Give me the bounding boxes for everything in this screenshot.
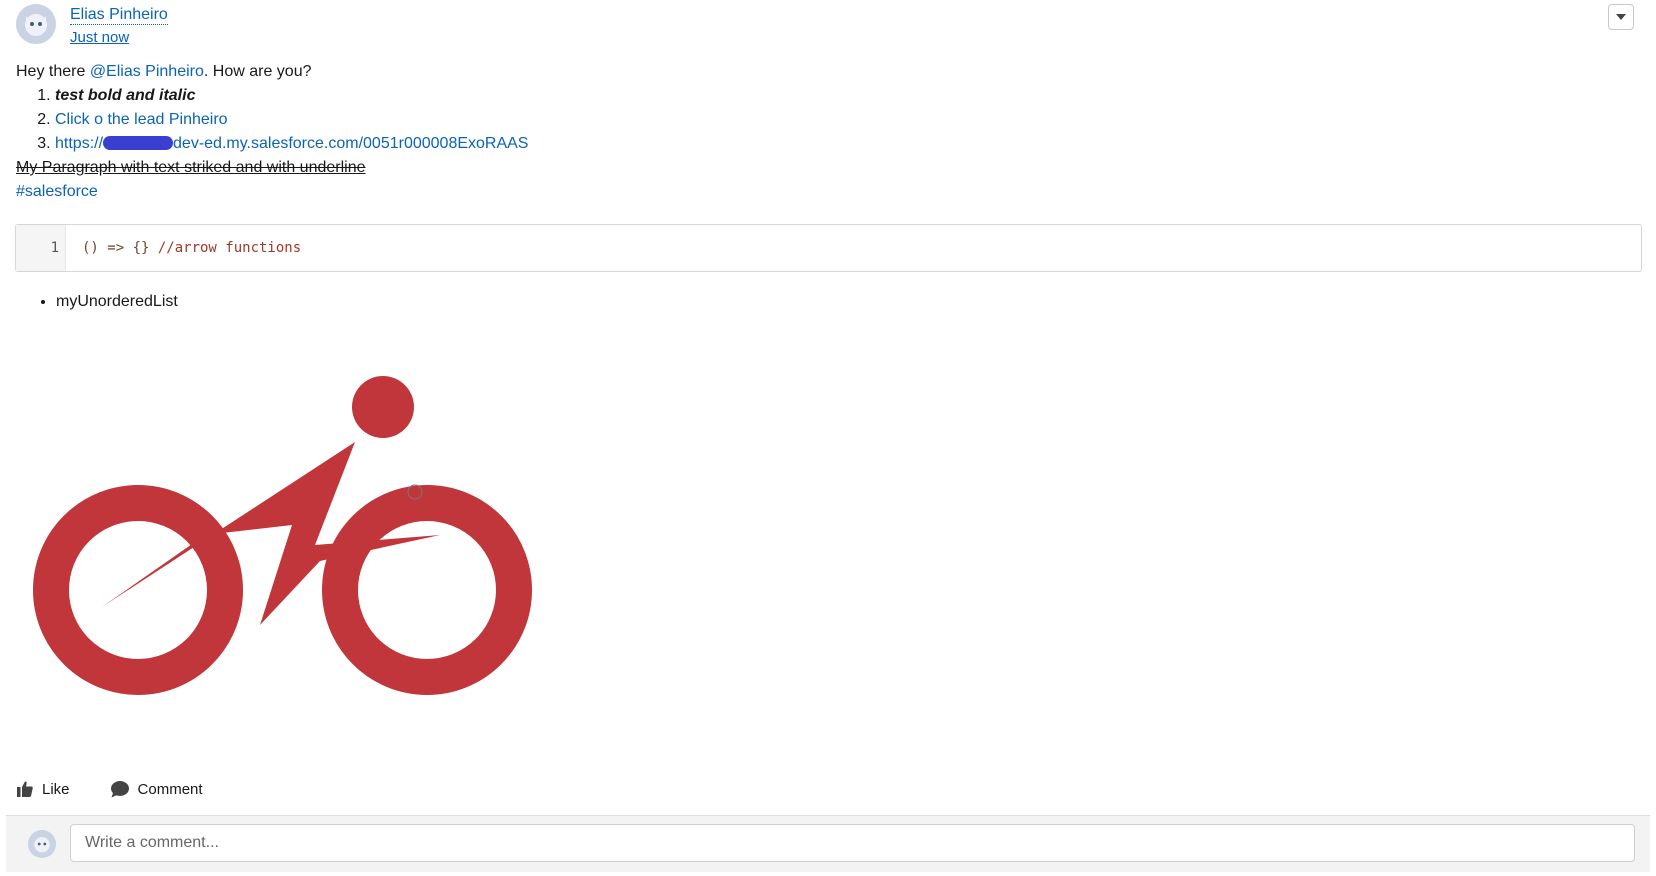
bike-logo-image <box>33 376 532 695</box>
post-menu-button[interactable] <box>1608 4 1634 30</box>
unordered-list: myUnorderedList <box>0 290 178 314</box>
comment-button[interactable]: Comment <box>110 780 203 798</box>
ordered-list: test bold and italic Click o the lead Pi… <box>16 84 1616 156</box>
lead-link[interactable]: Click o the lead Pinheiro <box>55 111 228 128</box>
url-prefix: https:// <box>55 135 104 152</box>
strike-paragraph: My Paragraph with text striked and with … <box>16 159 366 176</box>
line-number: 1 <box>16 225 66 271</box>
comment-bar <box>6 815 1650 872</box>
greeting-suffix: . How are you? <box>203 63 312 80</box>
comment-label: Comment <box>137 780 203 798</box>
author-name-link[interactable]: Elias Pinheiro <box>70 6 168 25</box>
url-link[interactable]: https:// dev-ed.my.salesforce.com/0051r00… <box>55 135 528 152</box>
chevron-down-icon <box>1616 14 1626 20</box>
thumbs-up-icon <box>17 781 33 797</box>
list-item: https:// dev-ed.my.salesforce.com/0051r00… <box>55 132 1616 156</box>
list-item: test bold and italic <box>55 84 1616 108</box>
list-item: Click o the lead Pinheiro <box>55 108 1616 132</box>
post-body: Hey there @Elias Pinheiro. How are you? … <box>16 60 1616 204</box>
like-button[interactable]: Like <box>16 780 70 798</box>
feed-post: Elias Pinheiro Just now Hey there @Elias… <box>0 0 1656 876</box>
comment-input[interactable] <box>70 824 1635 862</box>
code-block: 1 () => {} //arrow functions <box>15 224 1642 272</box>
post-timestamp-link[interactable]: Just now <box>70 29 129 46</box>
post-actions: Like Comment <box>16 780 203 798</box>
code-line: () => {} //arrow functions <box>66 225 301 271</box>
code-comment: //arrow functions <box>157 240 302 256</box>
author-avatar[interactable] <box>16 4 56 44</box>
like-label: Like <box>42 780 70 798</box>
greeting-line: Hey there @Elias Pinheiro. How are you? <box>16 60 1616 84</box>
code-text: () => {} <box>82 240 158 256</box>
mention-link[interactable]: @Elias Pinheiro <box>90 63 204 80</box>
greeting-prefix: Hey there <box>16 63 90 80</box>
redaction-scribble <box>103 136 174 150</box>
current-user-avatar <box>28 830 56 858</box>
url-suffix: dev-ed.my.salesforce.com/0051r000008ExoR… <box>173 135 529 152</box>
hashtag-link[interactable]: #salesforce <box>16 180 1616 204</box>
speech-bubble-icon <box>110 781 129 798</box>
bold-italic-text: test bold and italic <box>55 87 196 104</box>
list-item: myUnorderedList <box>56 290 178 314</box>
